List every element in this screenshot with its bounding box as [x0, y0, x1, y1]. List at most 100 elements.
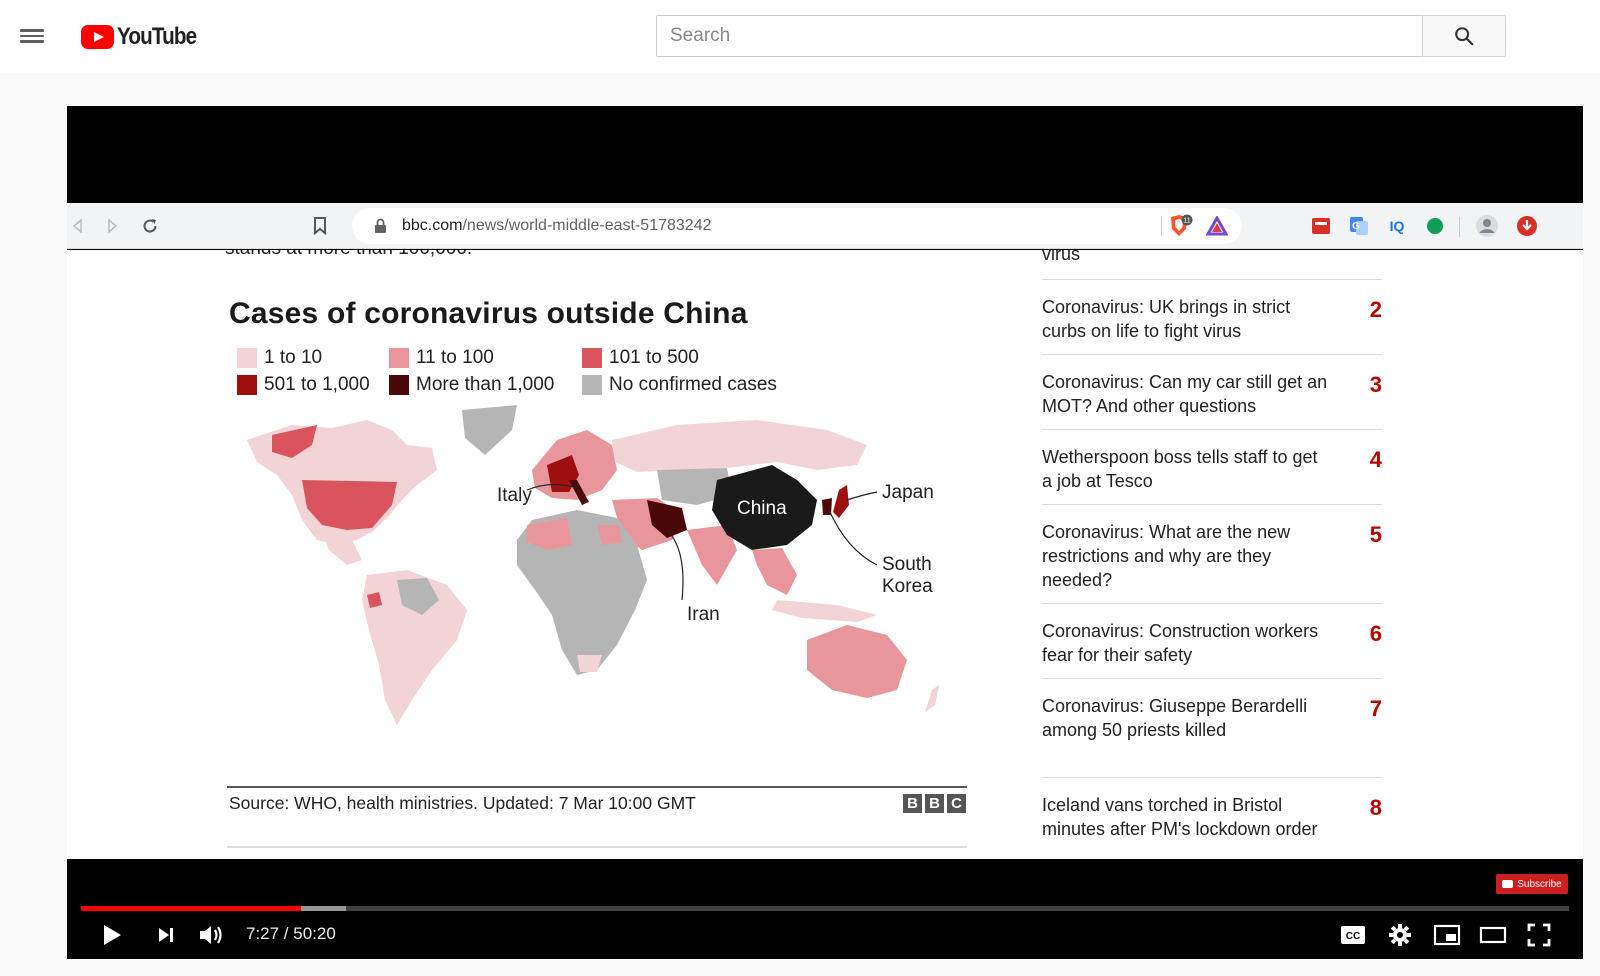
map-label-south-korea-1: South — [882, 554, 932, 575]
miniplayer-icon — [1433, 924, 1461, 946]
volume-button[interactable] — [195, 920, 229, 950]
legend-item: 11 to 100 — [389, 347, 494, 369]
bottom-divider — [227, 846, 967, 848]
masthead: YouTube — [0, 0, 1600, 73]
forward-icon[interactable] — [101, 215, 123, 237]
time-display: 7:27 / 50:20 — [246, 924, 336, 943]
search-box — [656, 15, 1423, 57]
bbc-logo: B B C — [903, 794, 966, 813]
youtube-logo[interactable]: YouTube — [81, 23, 209, 50]
fullscreen-icon — [1527, 923, 1551, 947]
profile-avatar-icon[interactable] — [1475, 214, 1499, 238]
most-read-rank: 3 — [1369, 372, 1382, 397]
settings-button[interactable] — [1385, 920, 1415, 950]
legend-item: 101 to 500 — [582, 347, 699, 369]
brave-rewards-icon[interactable] — [1206, 216, 1228, 236]
most-read-rank: 6 — [1369, 621, 1382, 646]
map-title: Cases of coronavirus outside China — [229, 297, 748, 330]
most-read-headline[interactable]: Wetherspoon boss tells staff to get a jo… — [1042, 445, 1332, 493]
map-australia — [807, 625, 907, 698]
pdf-extension-icon[interactable] — [1309, 214, 1333, 238]
svg-text:IQ: IQ — [1390, 218, 1405, 234]
legend-label: 501 to 1,000 — [264, 374, 370, 395]
map-label-italy: Italy — [497, 485, 532, 506]
search-input[interactable] — [670, 25, 1423, 47]
map-indonesia — [772, 600, 877, 622]
green-dot-extension-icon[interactable] — [1423, 214, 1447, 238]
miniplayer-button[interactable] — [1431, 920, 1463, 950]
most-read-item[interactable]: Coronavirus: What are the new restrictio… — [1042, 504, 1382, 603]
map-label-japan: Japan — [882, 482, 934, 503]
legend-swatch — [237, 348, 257, 368]
most-read-rank: 2 — [1369, 297, 1382, 322]
most-read-item[interactable]: Coronavirus: UK brings in strict curbs o… — [1042, 279, 1382, 354]
next-button[interactable] — [152, 920, 180, 950]
video-player[interactable]: bbc.com/news/world-middle-east-51783242 … — [67, 106, 1583, 959]
bbc-letter: C — [947, 794, 966, 813]
map-south-africa — [577, 655, 602, 672]
subscribe-play-icon — [1502, 880, 1514, 888]
progress-bar[interactable] — [81, 906, 1569, 911]
translate-icon[interactable]: G — [1347, 214, 1371, 238]
theater-icon — [1479, 926, 1507, 944]
map-greenland — [462, 405, 517, 455]
back-icon[interactable] — [67, 215, 89, 237]
subscribe-watermark-button[interactable]: Subscribe — [1496, 874, 1568, 894]
most-read-headline[interactable]: Coronavirus: Giuseppe Berardelli among 5… — [1042, 694, 1332, 742]
address-bar[interactable]: bbc.com/news/world-middle-east-51783242 … — [352, 208, 1242, 244]
search-button[interactable] — [1422, 15, 1506, 57]
play-icon — [104, 925, 121, 945]
most-read-item[interactable]: Coronavirus: Construction workers fear f… — [1042, 603, 1382, 678]
most-read-headline[interactable]: Iceland vans torched in Bristol minutes … — [1042, 793, 1332, 841]
iq-extension-icon[interactable]: IQ — [1385, 214, 1409, 238]
legend-swatch — [389, 375, 409, 395]
url-domain: bbc.com — [402, 217, 463, 234]
youtube-logo-text: YouTube — [117, 23, 197, 50]
most-read-partial-item[interactable]: virus — [1042, 250, 1080, 265]
legend-label: No confirmed cases — [609, 374, 777, 395]
map-russia — [612, 420, 867, 472]
reload-icon[interactable] — [139, 215, 161, 237]
volume-icon — [200, 926, 222, 944]
most-read-headline[interactable]: Coronavirus: Construction workers fear f… — [1042, 619, 1332, 667]
most-read-headline[interactable]: Coronavirus: Can my car still get an MOT… — [1042, 370, 1332, 418]
update-menu-icon[interactable] — [1515, 214, 1539, 238]
bbc-letter: B — [925, 794, 944, 813]
map-japan — [833, 485, 849, 518]
shield-badge: 11 — [1183, 218, 1190, 225]
legend-item: More than 1,000 — [389, 374, 554, 396]
legend-swatch — [582, 375, 602, 395]
most-read-item[interactable]: Coronavirus: Giuseppe Berardelli among 5… — [1042, 678, 1382, 777]
bbc-article: stands at more than 100,000. Cases of co… — [67, 250, 1583, 859]
svg-text:CC: CC — [1346, 931, 1360, 942]
legend-label: 11 to 100 — [416, 347, 494, 368]
fullscreen-button[interactable] — [1523, 920, 1555, 950]
captions-button[interactable]: CC — [1338, 920, 1368, 950]
next-icon — [159, 928, 173, 942]
map-southeast-asia — [752, 548, 797, 595]
most-read-item[interactable]: Wetherspoon boss tells staff to get a jo… — [1042, 429, 1382, 504]
korea-callout-line — [828, 509, 878, 566]
legend-label: 1 to 10 — [264, 347, 323, 368]
source-divider — [227, 786, 967, 788]
most-read-item[interactable]: Coronavirus: Can my car still get an MOT… — [1042, 354, 1382, 429]
play-button[interactable] — [97, 920, 127, 950]
most-read-rank: 8 — [1369, 795, 1382, 820]
most-read-headline[interactable]: Coronavirus: What are the new restrictio… — [1042, 520, 1332, 592]
menu-icon[interactable] — [18, 24, 46, 48]
most-read-rank: 7 — [1369, 696, 1382, 721]
map-new-zealand — [925, 685, 939, 712]
legend-swatch — [389, 348, 409, 368]
map-label-china: China — [737, 498, 787, 519]
most-read-item[interactable]: Iceland vans torched in Bristol minutes … — [1042, 777, 1382, 859]
brave-shield-icon[interactable]: 11 — [1168, 214, 1194, 238]
japan-callout-line — [846, 491, 878, 501]
search-icon — [1455, 27, 1474, 46]
bookmark-icon[interactable] — [309, 215, 331, 237]
legend-swatch — [237, 375, 257, 395]
youtube-play-icon — [81, 25, 114, 49]
most-read-headline[interactable]: Coronavirus: UK brings in strict curbs o… — [1042, 295, 1332, 343]
theater-mode-button[interactable] — [1477, 920, 1509, 950]
subscribe-label: Subscribe — [1517, 878, 1562, 890]
legend-label: More than 1,000 — [416, 374, 555, 395]
